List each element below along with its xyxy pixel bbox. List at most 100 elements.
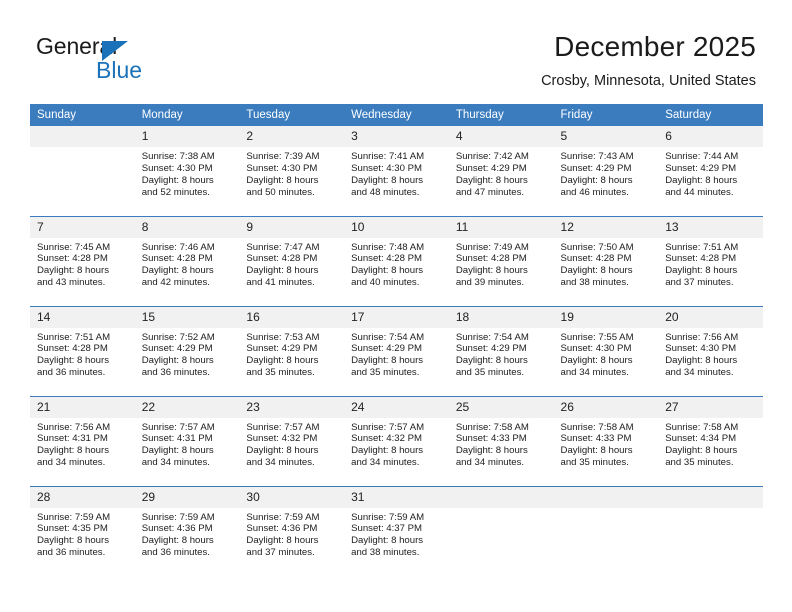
day-number: 18 [448, 306, 554, 328]
weekday-header-sunday: Sunday [30, 104, 135, 126]
calendar-day-cell[interactable]: 24 Sunrise: 7:57 AM Sunset: 4:32 PM Dayligh… [344, 395, 449, 486]
daylight-text-line2: and 35 minutes. [351, 367, 420, 379]
daylight-text-line1: Daylight: 8 hours [455, 265, 528, 277]
day-number: 2 [239, 126, 345, 147]
calendar-day-cell[interactable]: 10 Sunrise: 7:48 AM Sunset: 4:28 PM Dayligh… [344, 215, 449, 306]
calendar-day-cell[interactable]: 3 Sunrise: 7:41 AM Sunset: 4:30 PM Daylight… [344, 126, 449, 216]
calendar-day-cell[interactable]: 27 Sunrise: 7:58 AM Sunset: 4:34 PM Dayligh… [658, 395, 763, 486]
logo-text-blue: Blue [96, 57, 143, 83]
calendar-week-row: 28 Sunrise: 7:59 AM Sunset: 4:35 PM Dayligh… [30, 485, 763, 576]
sunset-text: Sunset: 4:28 PM [246, 253, 318, 265]
calendar-day-cell[interactable]: 22 Sunrise: 7:57 AM Sunset: 4:31 PM Dayligh… [134, 395, 240, 486]
sunset-text: Sunset: 4:30 PM [351, 162, 423, 174]
day-details: Sunrise: 7:56 AM Sunset: 4:31 PM Daylight:… [30, 418, 135, 470]
general-blue-logo[interactable]: General Blue [36, 33, 226, 89]
calendar-day-cell[interactable]: 12 Sunrise: 7:50 AM Sunset: 4:28 PM Dayligh… [553, 215, 659, 306]
sunrise-text: Sunrise: 7:58 AM [665, 421, 739, 433]
daylight-text-line1: Daylight: 8 hours [665, 265, 738, 277]
weekday-header-monday: Monday [134, 104, 240, 126]
calendar-day-cell[interactable]: 16 Sunrise: 7:53 AM Sunset: 4:29 PM Dayligh… [239, 305, 345, 396]
calendar-day-cell[interactable]: 5 Sunrise: 7:43 AM Sunset: 4:29 PM Daylight… [553, 126, 659, 216]
day-number: 31 [344, 486, 449, 508]
calendar-day-cell[interactable]: 4 Sunrise: 7:42 AM Sunset: 4:29 PM Daylight… [448, 126, 554, 216]
calendar-day-cell[interactable]: 30 Sunrise: 7:59 AM Sunset: 4:36 PM Dayligh… [239, 485, 345, 576]
calendar-day-cell[interactable]: 2 Sunrise: 7:39 AM Sunset: 4:30 PM Daylight… [239, 126, 345, 216]
sunrise-text: Sunrise: 7:58 AM [455, 421, 529, 433]
calendar-day-cell[interactable]: 28 Sunrise: 7:59 AM Sunset: 4:35 PM Dayligh… [30, 485, 135, 576]
sunset-text: Sunset: 4:28 PM [141, 253, 213, 265]
day-details: Sunrise: 7:59 AM Sunset: 4:36 PM Daylight:… [135, 508, 240, 560]
calendar-day-cell[interactable]: 26 Sunrise: 7:58 AM Sunset: 4:33 PM Dayligh… [553, 395, 659, 486]
sunset-text: Sunset: 4:28 PM [665, 253, 737, 265]
page-header: General Blue December 2025 Crosby, Minne… [0, 0, 792, 100]
daylight-text-line1: Daylight: 8 hours [351, 445, 424, 457]
day-details: Sunrise: 7:46 AM Sunset: 4:28 PM Daylight:… [135, 238, 240, 290]
calendar-day-cell[interactable]: 29 Sunrise: 7:59 AM Sunset: 4:36 PM Dayligh… [134, 485, 240, 576]
calendar-day-cell[interactable]: 11 Sunrise: 7:49 AM Sunset: 4:28 PM Dayligh… [448, 215, 554, 306]
calendar-day-cell[interactable]: 6 Sunrise: 7:44 AM Sunset: 4:29 PM Daylight… [658, 126, 763, 216]
calendar-day-cell[interactable]: 31 Sunrise: 7:59 AM Sunset: 4:37 PM Dayligh… [344, 485, 449, 576]
day-details: Sunrise: 7:39 AM Sunset: 4:30 PM Daylight:… [239, 147, 344, 199]
daylight-text-line2: and 47 minutes. [455, 186, 525, 198]
daylight-text-line1: Daylight: 8 hours [455, 174, 528, 186]
day-details: Sunrise: 7:44 AM Sunset: 4:29 PM Daylight:… [658, 147, 763, 199]
daylight-text-line1: Daylight: 8 hours [141, 265, 214, 277]
calendar-day-cell[interactable]: 20 Sunrise: 7:56 AM Sunset: 4:30 PM Dayligh… [658, 305, 763, 396]
day-details: Sunrise: 7:42 AM Sunset: 4:29 PM Daylight:… [449, 147, 554, 199]
daylight-text-line2: and 34 minutes. [246, 457, 315, 469]
daylight-text-line1: Daylight: 8 hours [141, 445, 214, 457]
weekday-header-tuesday: Tuesday [239, 104, 345, 126]
daylight-text-line1: Daylight: 8 hours [141, 355, 214, 367]
daylight-text-line1: Daylight: 8 hours [37, 445, 109, 457]
calendar-day-cell[interactable]: 19 Sunrise: 7:55 AM Sunset: 4:30 PM Dayligh… [553, 305, 659, 396]
calendar-day-cell[interactable]: 17 Sunrise: 7:54 AM Sunset: 4:29 PM Dayligh… [344, 305, 449, 396]
day-details: Sunrise: 7:58 AM Sunset: 4:33 PM Daylight:… [554, 418, 659, 470]
day-details: Sunrise: 7:57 AM Sunset: 4:32 PM Daylight:… [239, 418, 344, 470]
calendar-day-cell[interactable]: 7 Sunrise: 7:45 AM Sunset: 4:28 PM Daylight… [30, 215, 135, 306]
daylight-text-line1: Daylight: 8 hours [37, 355, 109, 367]
calendar-day-cell[interactable]: 14 Sunrise: 7:51 AM Sunset: 4:28 PM Dayligh… [30, 305, 135, 396]
sunset-text: Sunset: 4:28 PM [37, 253, 108, 265]
day-number: 28 [30, 486, 135, 508]
weekday-header-friday: Friday [553, 104, 659, 126]
weekday-header-row: Sunday Monday Tuesday Wednesday Thursday… [30, 104, 763, 126]
day-number: 3 [344, 126, 449, 147]
calendar-day-cell[interactable]: 9 Sunrise: 7:47 AM Sunset: 4:28 PM Daylight… [239, 215, 345, 306]
calendar-day-cell[interactable]: 23 Sunrise: 7:57 AM Sunset: 4:32 PM Dayligh… [239, 395, 345, 486]
calendar-day-cell[interactable]: 25 Sunrise: 7:58 AM Sunset: 4:33 PM Dayligh… [448, 395, 554, 486]
sunrise-text: Sunrise: 7:46 AM [141, 241, 215, 253]
calendar-day-cell[interactable]: 21 Sunrise: 7:56 AM Sunset: 4:31 PM Dayligh… [30, 395, 135, 486]
sunrise-text: Sunrise: 7:59 AM [246, 511, 320, 523]
daylight-text-line2: and 34 minutes. [351, 457, 420, 469]
day-details: Sunrise: 7:51 AM Sunset: 4:28 PM Daylight:… [658, 238, 763, 290]
day-details: Sunrise: 7:59 AM Sunset: 4:36 PM Daylight:… [239, 508, 344, 560]
day-number: 9 [239, 216, 345, 238]
day-details: Sunrise: 7:57 AM Sunset: 4:31 PM Daylight:… [135, 418, 240, 470]
sunset-text: Sunset: 4:28 PM [37, 343, 108, 355]
sunset-text: Sunset: 4:30 PM [141, 162, 213, 174]
daylight-text-line1: Daylight: 8 hours [37, 535, 109, 547]
daylight-text-line2: and 34 minutes. [141, 457, 210, 469]
sunrise-text: Sunrise: 7:38 AM [141, 151, 215, 162]
daylight-text-line1: Daylight: 8 hours [351, 535, 424, 547]
daylight-text-line1: Daylight: 8 hours [351, 265, 424, 277]
day-number: 1 [134, 126, 240, 147]
sunset-text: Sunset: 4:29 PM [246, 343, 318, 355]
calendar-day-cell[interactable]: 15 Sunrise: 7:52 AM Sunset: 4:29 PM Dayligh… [134, 305, 240, 396]
daylight-text-line1: Daylight: 8 hours [37, 265, 109, 277]
calendar-table: Sunday Monday Tuesday Wednesday Thursday… [30, 104, 763, 576]
sunrise-text: Sunrise: 7:59 AM [351, 511, 425, 523]
calendar-day-cell[interactable]: 13 Sunrise: 7:51 AM Sunset: 4:28 PM Dayligh… [658, 215, 763, 306]
calendar-day-cell[interactable]: 18 Sunrise: 7:54 AM Sunset: 4:29 PM Dayligh… [448, 305, 554, 396]
daylight-text-line1: Daylight: 8 hours [246, 355, 319, 367]
calendar-day-cell[interactable]: 8 Sunrise: 7:46 AM Sunset: 4:28 PM Daylight… [134, 215, 240, 306]
daylight-text-line2: and 52 minutes. [141, 186, 210, 198]
calendar-day-cell[interactable]: 1 Sunrise: 7:38 AM Sunset: 4:30 PM Daylight… [134, 126, 240, 216]
sunset-text: Sunset: 4:32 PM [246, 433, 318, 445]
daylight-text-line1: Daylight: 8 hours [351, 355, 424, 367]
daylight-text-line2: and 35 minutes. [246, 367, 315, 379]
sunrise-text: Sunrise: 7:47 AM [246, 241, 320, 253]
daylight-text-line2: and 43 minutes. [37, 277, 106, 289]
day-number: 15 [134, 306, 240, 328]
day-details: Sunrise: 7:52 AM Sunset: 4:29 PM Daylight:… [135, 328, 240, 380]
